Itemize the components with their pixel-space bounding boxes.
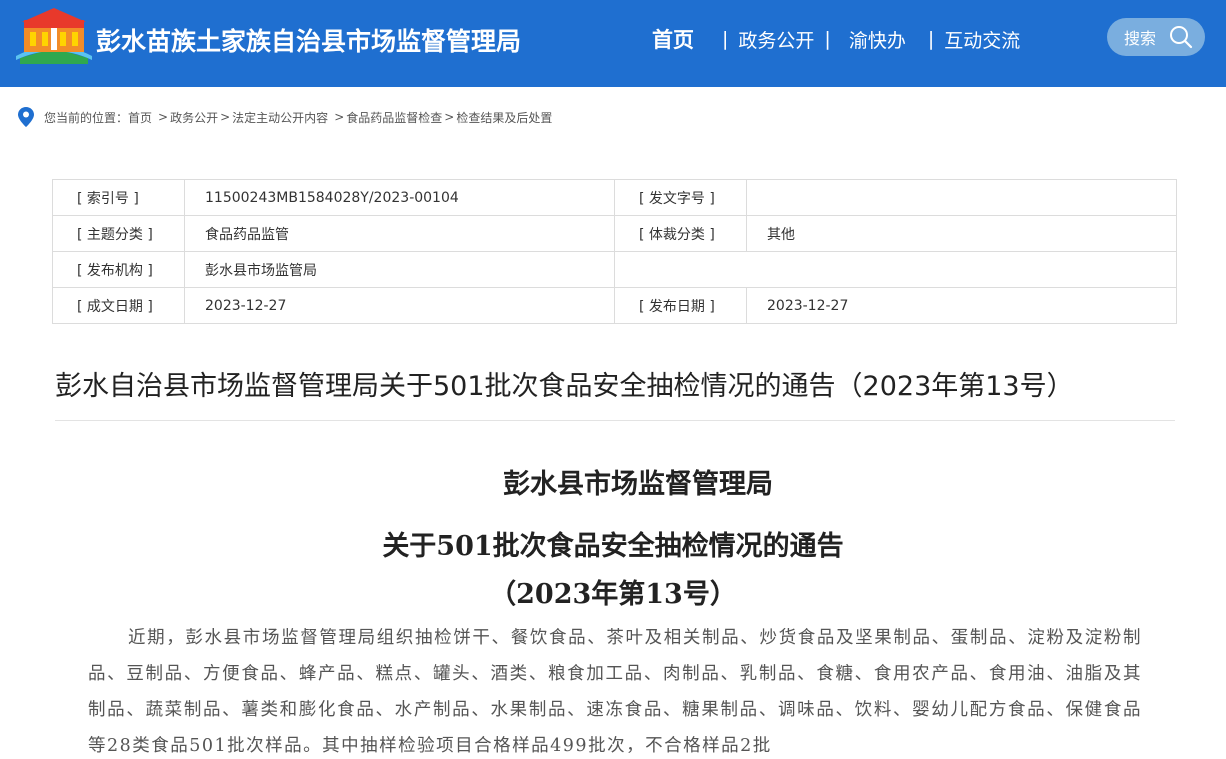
breadcrumb-statutory-disclosure[interactable]: 法定主动公开内容 — [232, 109, 328, 126]
nav-interaction[interactable]: 互动交流 — [944, 26, 1020, 53]
label-document-number: [ 发文字号 ] — [614, 179, 747, 216]
breadcrumb-separator: > — [334, 110, 345, 124]
nav-separator: | — [722, 28, 729, 50]
table-row: [ 发布机构 ] 彭水县市场监管局 — [52, 251, 1177, 288]
breadcrumb-separator: > — [444, 110, 455, 124]
breadcrumb-separator: > — [158, 110, 169, 124]
divider — [55, 420, 1175, 421]
site-title[interactable]: 彭水苗族土家族自治县市场监督管理局 — [96, 22, 521, 58]
search-label: 搜索 — [1124, 29, 1157, 48]
table-row: [ 索引号 ] 11500243MB1584028Y/2023-00104 [ … — [52, 179, 1177, 216]
table-row: [ 成文日期 ] 2023-12-27 [ 发布日期 ] 2023-12-27 — [52, 287, 1177, 324]
breadcrumb-home[interactable]: 首页 — [128, 109, 152, 126]
search-icon — [1170, 26, 1193, 49]
label-written-date: [ 成文日期 ] — [52, 287, 185, 324]
search-button[interactable]: 搜索 — [1107, 18, 1205, 56]
breadcrumb-prefix: 您当前的位置： — [44, 110, 129, 125]
logo-icon[interactable] — [14, 6, 94, 68]
value-issuing-agency: 彭水县市场监管局 — [184, 251, 615, 288]
article-subtitle-notice: 关于501批次食品安全抽检情况的通告 — [382, 531, 844, 562]
value-document-number — [746, 179, 1177, 216]
breadcrumb-government-affairs[interactable]: 政务公开 — [170, 109, 218, 126]
label-publish-date: [ 发布日期 ] — [614, 287, 747, 324]
breadcrumb-inspection-results[interactable]: 检查结果及后处置 — [456, 109, 552, 126]
main-nav: 首页 | 政务公开 | 渝快办 | 互动交流 — [652, 24, 1020, 54]
nav-yukuaiban[interactable]: 渝快办 — [849, 26, 906, 53]
article-title: 彭水自治县市场监督管理局关于501批次食品安全抽检情况的通告（2023年第13号… — [55, 371, 1074, 402]
document-info-table: [ 索引号 ] 11500243MB1584028Y/2023-00104 [ … — [52, 179, 1177, 324]
article-subtitle-agency: 彭水县市场监督管理局 — [503, 469, 773, 500]
breadcrumb-food-drug-inspection[interactable]: 食品药品监督检查 — [346, 109, 442, 126]
value-publish-date: 2023-12-27 — [746, 287, 1177, 324]
value-written-date: 2023-12-27 — [184, 287, 615, 324]
breadcrumb: 您当前的位置： 首页 > 政务公开 > 法定主动公开内容 > 食品药品监督检查 … — [18, 106, 552, 128]
article-body-paragraph: 近期，彭水县市场监督管理局组织抽检饼干、餐饮食品、茶叶及相关制品、炒货食品及坚果… — [88, 628, 1142, 756]
label-topic-category: [ 主题分类 ] — [52, 215, 185, 252]
label-genre-category: [ 体裁分类 ] — [614, 215, 747, 252]
nav-separator: | — [927, 28, 935, 50]
value-index-number: 11500243MB1584028Y/2023-00104 — [184, 179, 615, 216]
value-topic-category: 食品药品监管 — [184, 215, 615, 252]
location-pin-icon — [18, 107, 34, 127]
label-issuing-agency: [ 发布机构 ] — [52, 251, 185, 288]
empty-cell — [614, 251, 1177, 288]
nav-separator: | — [824, 28, 831, 50]
site-header: 彭水苗族土家族自治县市场监督管理局 首页 | 政务公开 | 渝快办 | 互动交流… — [0, 0, 1226, 87]
nav-government-affairs[interactable]: 政务公开 — [738, 26, 814, 53]
article-subtitle-number: （2023年第13号） — [489, 579, 737, 610]
breadcrumb-separator: > — [220, 110, 231, 124]
nav-home[interactable]: 首页 — [652, 24, 694, 54]
label-index-number: [ 索引号 ] — [52, 179, 185, 216]
value-genre-category: 其他 — [746, 215, 1177, 252]
table-row: [ 主题分类 ] 食品药品监管 [ 体裁分类 ] 其他 — [52, 215, 1177, 252]
